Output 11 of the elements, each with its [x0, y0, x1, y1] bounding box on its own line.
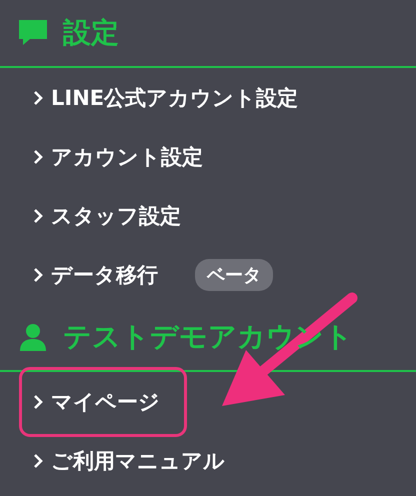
section-title: 設定 — [63, 15, 119, 51]
chevron-icon — [33, 148, 43, 164]
chat-bubble-icon — [17, 18, 49, 48]
menu-item[interactable]: マイページ — [19, 366, 187, 436]
chevron-icon — [33, 90, 43, 106]
beta-badge: ベータ — [195, 258, 273, 290]
chevron-icon — [33, 452, 43, 468]
person-icon — [17, 322, 49, 352]
chevron-icon — [33, 208, 43, 224]
chevron-icon — [33, 266, 43, 282]
chevron-icon — [33, 394, 43, 410]
